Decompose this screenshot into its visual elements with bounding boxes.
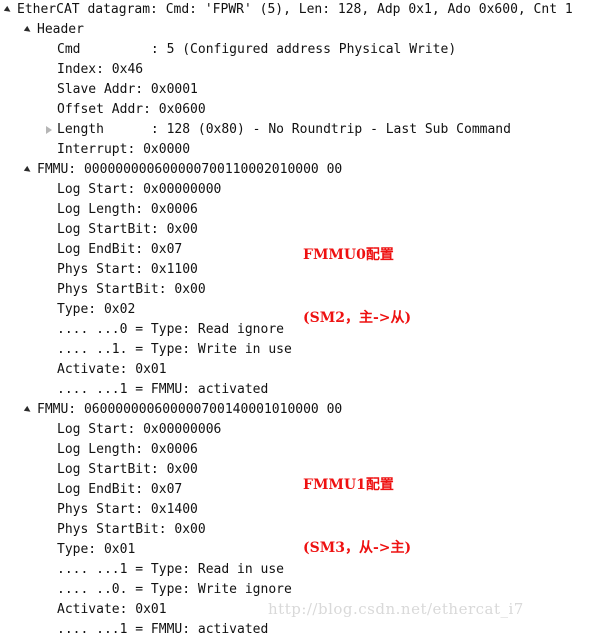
tree-row-label: .... ...1 = FMMU: activated — [57, 382, 269, 397]
tree-row-label: Log EndBit: 0x07 — [57, 242, 183, 257]
tree-row[interactable]: Log EndBit: 0x07 — [0, 480, 600, 500]
tree-row-label: Phys StartBit: 0x00 — [57, 282, 206, 297]
tree-row[interactable]: Phys Start: 0x1100 — [0, 260, 600, 280]
tree-row[interactable]: Phys Start: 0x1400 — [0, 500, 600, 520]
tree-row-label: Phys Start: 0x1100 — [57, 262, 198, 277]
tree-row[interactable]: Index: 0x46 — [0, 60, 600, 80]
tree-row[interactable]: Log EndBit: 0x07 — [0, 240, 600, 260]
tree-row-label: Cmd : 5 (Configured address Physical Wri… — [57, 42, 457, 57]
tree-row-label: .... ..0. = Type: Write ignore — [57, 582, 292, 597]
tree-row-label: Activate: 0x01 — [57, 602, 167, 617]
tree-row-label: Phys Start: 0x1400 — [57, 502, 198, 517]
tree-row[interactable]: .... ..0. = Type: Write ignore — [0, 580, 600, 600]
tree-row-label: Index: 0x46 — [57, 62, 144, 77]
tree-row[interactable]: FMMU: 000000000600000700110002010000 00 — [0, 160, 600, 180]
tree-row[interactable]: Type: 0x01 — [0, 540, 600, 560]
tree-row-label: FMMU: 000000000600000700110002010000 00 — [37, 162, 343, 177]
tree-row[interactable]: Log Start: 0x00000000 — [0, 180, 600, 200]
tree-row-label: Header — [37, 22, 84, 37]
tree-row-label: Offset Addr: 0x0600 — [57, 102, 206, 117]
tree-row-label: Log Length: 0x0006 — [57, 202, 198, 217]
tree-row-label: Log StartBit: 0x00 — [57, 222, 198, 237]
tree-row[interactable]: Offset Addr: 0x0600 — [0, 100, 600, 120]
tree-row[interactable]: Phys StartBit: 0x00 — [0, 520, 600, 540]
annotation-fmmu1-line1: FMMU1配置 — [303, 477, 394, 493]
tree-row-label: Log Length: 0x0006 — [57, 442, 198, 457]
tree-row-label: Length : 128 (0x80) - No Roundtrip - Las… — [57, 122, 511, 137]
tree-row-label: Slave Addr: 0x0001 — [57, 82, 198, 97]
tree-row-label: .... ...1 = FMMU: activated — [57, 622, 269, 637]
tree-row-label: Type: 0x02 — [57, 302, 136, 317]
tree-row[interactable]: Cmd : 5 (Configured address Physical Wri… — [0, 40, 600, 60]
tree-row[interactable]: Header — [0, 20, 600, 40]
tree-row[interactable]: .... ...1 = Type: Read in use — [0, 560, 600, 580]
annotation-fmmu1-line2: (SM3，从->主) — [303, 540, 412, 556]
tree-row[interactable]: EtherCAT datagram: Cmd: 'FPWR' (5), Len:… — [0, 0, 600, 20]
tree-row[interactable]: Interrupt: 0x0000 — [0, 140, 600, 160]
tree-row-label: Activate: 0x01 — [57, 362, 167, 377]
tree-row[interactable]: .... ..1. = Type: Write in use — [0, 340, 600, 360]
tree-row[interactable]: Slave Addr: 0x0001 — [0, 80, 600, 100]
annotation-fmmu0-line2: (SM2，主->从) — [303, 310, 412, 326]
tree-row[interactable]: Log Start: 0x00000006 — [0, 420, 600, 440]
tree-row-label: EtherCAT datagram: Cmd: 'FPWR' (5), Len:… — [17, 2, 573, 17]
annotation-fmmu0-line1: FMMU0配置 — [303, 247, 394, 263]
tree-row[interactable]: .... ...1 = FMMU: activated — [0, 620, 600, 640]
tree-row[interactable]: Length : 128 (0x80) - No Roundtrip - Las… — [0, 120, 600, 140]
tree-row[interactable]: Log StartBit: 0x00 — [0, 220, 600, 240]
tree-row-label: Log StartBit: 0x00 — [57, 462, 198, 477]
tree-row-label: Log EndBit: 0x07 — [57, 482, 183, 497]
tree-row-label: Phys StartBit: 0x00 — [57, 522, 206, 537]
tree-row[interactable]: Activate: 0x01 — [0, 360, 600, 380]
tree-row-label: FMMU: 060000000600000700140001010000 00 — [37, 402, 343, 417]
annotation-fmmu0: FMMU0配置 (SM2，主->从) — [303, 203, 411, 350]
tree-row-label: .... ..1. = Type: Write in use — [57, 342, 292, 357]
tree-row[interactable]: .... ...0 = Type: Read ignore — [0, 320, 600, 340]
tree-row-label: Interrupt: 0x0000 — [57, 142, 191, 157]
annotation-fmmu1: FMMU1配置 (SM3，从->主) — [303, 433, 411, 580]
tree-row[interactable]: Log Length: 0x0006 — [0, 440, 600, 460]
tree-row-label: .... ...0 = Type: Read ignore — [57, 322, 284, 337]
tree-row[interactable]: Log Length: 0x0006 — [0, 200, 600, 220]
tree-row-label: Log Start: 0x00000006 — [57, 422, 222, 437]
tree-row[interactable]: Type: 0x02 — [0, 300, 600, 320]
tree-row[interactable]: Phys StartBit: 0x00 — [0, 280, 600, 300]
tree-row-label: Log Start: 0x00000000 — [57, 182, 222, 197]
tree-row-label: .... ...1 = Type: Read in use — [57, 562, 284, 577]
tree-row[interactable]: FMMU: 060000000600000700140001010000 00 — [0, 400, 600, 420]
tree-row-label: Type: 0x01 — [57, 542, 136, 557]
tree-row[interactable]: Log StartBit: 0x00 — [0, 460, 600, 480]
tree-row[interactable]: .... ...1 = FMMU: activated — [0, 380, 600, 400]
watermark-url: http://blog.csdn.net/ethercat_i7 — [268, 600, 524, 618]
ethercat-datagram-tree[interactable]: EtherCAT datagram: Cmd: 'FPWR' (5), Len:… — [0, 0, 600, 640]
